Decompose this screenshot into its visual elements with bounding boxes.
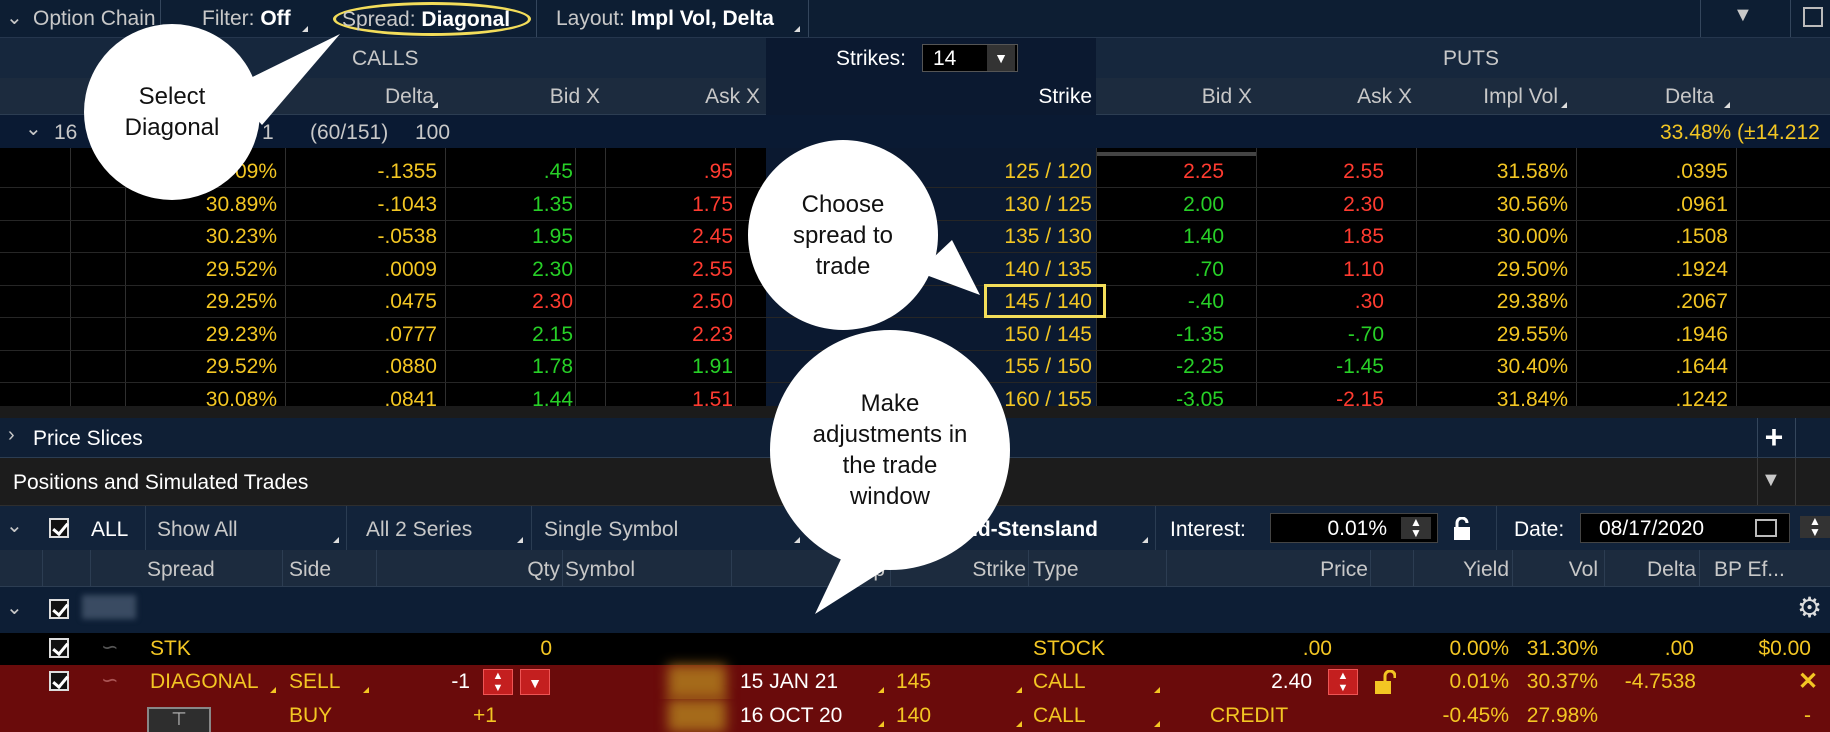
callout-select-diagonal: Select Diagonal bbox=[84, 24, 260, 200]
callout-choose-spread: Choose spread to trade bbox=[748, 140, 938, 330]
callout-make-adjustments: Make adjustments in the trade window bbox=[770, 330, 1010, 570]
